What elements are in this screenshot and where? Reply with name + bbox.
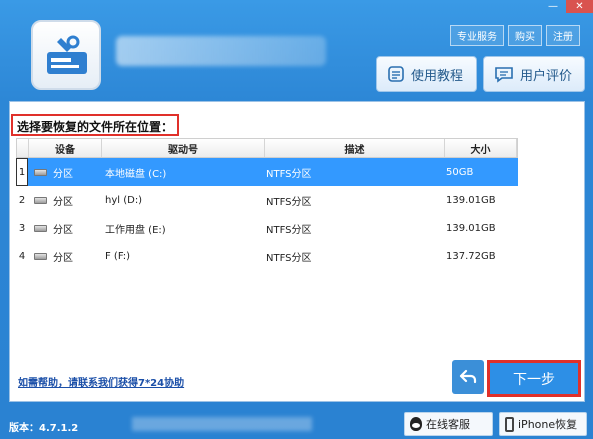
row-index: 1 [16,158,28,186]
section-label: 选择要恢复的文件所在位置： [11,114,180,136]
row-index: 2 [18,194,26,206]
next-step-button[interactable]: 下一步 [487,360,581,397]
disk-icon [34,252,47,260]
iphone-recovery-label: iPhone恢复 [518,418,578,431]
link-buy[interactable]: 购买 [508,25,542,46]
row-description: NTFS分区 [266,224,312,236]
table-header: 设备 驱动号 描述 大小 [16,138,518,158]
document-icon [388,66,404,82]
row-description: NTFS分区 [266,168,312,180]
back-arrow-icon [459,369,477,384]
link-service[interactable]: 专业服务 [450,25,504,46]
row-description: NTFS分区 [266,252,312,264]
row-drive: hyl (D:) [105,194,143,206]
partition-table: 设备 驱动号 描述 大小 1 分区 本地磁盘 (C:) NTFS分区 50GB … [16,138,518,270]
col-drive[interactable]: 驱动号 [102,139,265,157]
app-title-blurred [116,36,326,66]
row-size: 137.72GB [446,250,496,262]
disk-icon [34,168,47,176]
qq-icon [410,417,422,431]
minimize-button[interactable]: — [542,0,564,13]
header-links: 专业服务 购买 注册 [450,25,580,46]
device-label: 分区 [53,196,73,208]
row-size: 50GB [446,166,474,178]
row-device: 分区 [28,242,101,270]
main-panel: 选择要恢复的文件所在位置： 设备 驱动号 描述 大小 1 分区 本地磁盘 (C:… [9,101,585,402]
row-index: 3 [18,222,26,234]
online-service-label: 在线客服 [426,418,470,431]
col-index [17,139,29,157]
tutorial-button-label: 使用教程 [411,68,464,84]
help-link[interactable]: 如需帮助，请联系我们获得7*24协助 [18,374,184,389]
app-window: — ✕ 专业服务 购买 注册 使用教程 用户评价 选择要恢复的文件所在位置： 设… [0,0,593,439]
review-button[interactable]: 用户评价 [483,56,585,92]
iphone-recovery-button[interactable]: iPhone恢复 [499,412,587,436]
close-button[interactable]: ✕ [566,0,593,13]
blurred-status [132,417,312,431]
col-device[interactable]: 设备 [29,139,102,157]
chat-icon [495,67,513,83]
row-drive: F (F:) [105,250,131,262]
tutorial-button[interactable]: 使用教程 [376,56,477,92]
disk-icon [34,224,47,232]
link-register[interactable]: 注册 [546,25,580,46]
device-label: 分区 [53,168,73,180]
row-device: 分区 [28,158,101,186]
table-row[interactable]: 4 分区 F (F:) NTFS分区 137.72GB [16,242,518,270]
table-row[interactable]: 3 分区 工作用盘 (E:) NTFS分区 139.01GB [16,214,518,242]
table-row[interactable]: 1 分区 本地磁盘 (C:) NTFS分区 50GB [16,158,518,186]
version-text: 版本：4.7.1.2 [9,423,79,434]
back-button[interactable] [452,360,484,394]
col-description[interactable]: 描述 [265,139,445,157]
disk-icon [34,196,47,204]
row-drive: 本地磁盘 (C:) [105,168,167,180]
device-label: 分区 [53,252,73,264]
row-size: 139.01GB [446,194,496,206]
row-index: 4 [18,250,26,262]
row-device: 分区 [28,186,101,214]
phone-icon [505,416,514,432]
col-size[interactable]: 大小 [445,139,517,157]
drive-logo-icon [31,20,101,90]
row-size: 139.01GB [446,222,496,234]
row-device: 分区 [28,214,101,242]
row-description: NTFS分区 [266,196,312,208]
table-row[interactable]: 2 分区 hyl (D:) NTFS分区 139.01GB [16,186,518,214]
device-label: 分区 [53,224,73,236]
row-drive: 工作用盘 (E:) [105,224,166,236]
online-service-button[interactable]: 在线客服 [404,412,493,436]
review-button-label: 用户评价 [520,68,573,84]
